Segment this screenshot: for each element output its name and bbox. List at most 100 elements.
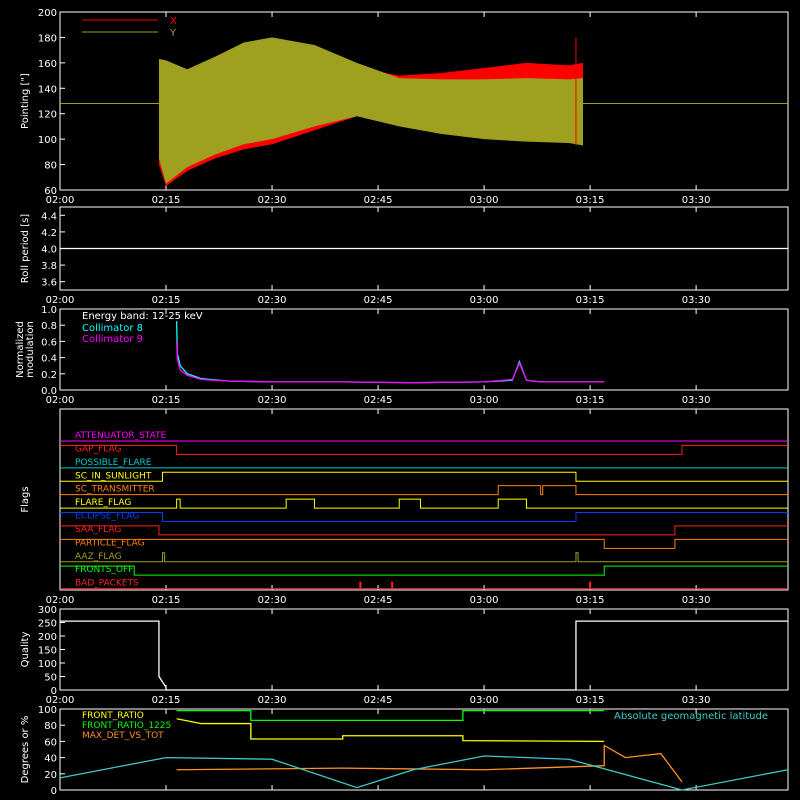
series-line (176, 709, 605, 721)
x-tick-label: 03:15 (576, 195, 605, 206)
x-tick-label: 02:15 (152, 695, 181, 706)
legend-label: Collimator 9 (82, 334, 143, 345)
x-tick-label: 02:15 (152, 295, 181, 306)
flag-line (60, 444, 788, 455)
flag-label: POSSIBLE_FLARE (75, 458, 152, 468)
legend-label: MAX_DET_VS_TOT (82, 731, 164, 741)
series-line (60, 620, 788, 691)
x-tick-label: 03:15 (576, 695, 605, 706)
x-tick-label: 03:30 (682, 295, 711, 306)
flag-line (60, 498, 788, 509)
x-tick-label: 02:15 (152, 195, 181, 206)
y-tick-label: 40 (44, 754, 57, 765)
y-axis-label: Quality (20, 632, 31, 668)
y-tick-label: 3.6 (41, 278, 57, 289)
x-tick-label: 03:30 (682, 695, 711, 706)
y-tick-label: 150 (38, 646, 57, 657)
y-tick-label: 180 (38, 33, 57, 44)
y-axis-label: modulation (25, 321, 36, 378)
y-tick-label: 100 (38, 659, 57, 670)
flag-line (60, 485, 788, 496)
x-tick-label: 03:30 (682, 395, 711, 406)
y-tick-label: 4.4 (41, 211, 57, 222)
flag-label: BAD_PACKETS (75, 579, 139, 589)
flag-line (60, 512, 788, 522)
multi-panel-chart: 02:00 02:15 02:30 02:45 03:00 03:15 03:30Point… (15, 8, 789, 797)
x-tick-label: 03:30 (682, 195, 711, 206)
x-tick-label: 03:15 (576, 295, 605, 306)
y-tick-label: 250 (38, 619, 57, 630)
panel-5: Degrees or % 0 20 40 60 80 100 FRONT_RATIOFRONT… (20, 705, 789, 797)
panel-0: 02:00 02:15 02:30 02:45 03:00 03:15 03:30Point… (20, 8, 789, 206)
y-tick-label: 80 (44, 161, 57, 172)
legend-label: X (170, 16, 177, 27)
series-line (176, 744, 683, 783)
flag-label: SC_IN_SUNLIGHT (75, 471, 152, 481)
x-tick-label: 02:15 (152, 595, 181, 606)
pointing-band-y (158, 37, 584, 184)
x-tick-label: 02:15 (152, 395, 181, 406)
x-tick-label: 03:00 (470, 695, 499, 706)
y-tick-label: 0 (51, 686, 57, 697)
y-tick-label: 1.0 (41, 305, 57, 316)
series-line (59, 755, 789, 791)
y-tick-label: 0.4 (41, 354, 57, 365)
flag-line (60, 525, 788, 536)
y-tick-label: 160 (38, 59, 57, 70)
y-axis-label: Roll period [s] (20, 214, 31, 283)
y-tick-label: 60 (44, 186, 57, 197)
x-tick-label: 03:00 (470, 295, 499, 306)
rhessi-quicklook-figure: 02:00 02:15 02:30 02:45 03:00 03:15 03:30 Point… (0, 0, 800, 800)
y-tick-label: 50 (44, 673, 57, 684)
y-tick-label: 0.2 (41, 370, 57, 381)
panel-4: 02:00 02:15 02:30 02:45 03:00 03:15 03:30Quali… (20, 605, 789, 706)
y-tick-label: 20 (44, 770, 57, 781)
y-tick-label: 80 (44, 721, 57, 732)
x-tick-label: 02:45 (364, 195, 393, 206)
y-tick-label: 0.0 (41, 386, 57, 397)
y-axis-label: Pointing ["] (20, 73, 31, 129)
x-tick-label: 02:30 (258, 195, 287, 206)
panel-1: 02:00 02:15 02:30 02:45 03:00 03:15 03:30Roll … (20, 206, 789, 306)
legend-label: FRONT_RATIO_1225 (82, 721, 171, 731)
y-tick-label: 0 (51, 786, 57, 797)
legend-label: Y (169, 28, 177, 39)
y-tick-label: 200 (38, 8, 57, 19)
flag-label: FLARE_FLAG (75, 498, 131, 508)
panel-3: 02:00 02:15 02:30 02:45 03:00 03:15 03:30Flags… (20, 408, 789, 606)
x-tick-label: 02:45 (364, 295, 393, 306)
y-tick-label: 4.0 (41, 245, 57, 256)
x-tick-label: 02:30 (258, 595, 287, 606)
y-tick-label: 100 (38, 705, 57, 716)
y-tick-label: 100 (38, 135, 57, 146)
x-tick-label: 03:15 (576, 395, 605, 406)
series-line (175, 321, 605, 384)
x-tick-label: 02:45 (364, 595, 393, 606)
x-tick-label: 02:30 (258, 395, 287, 406)
y-tick-label: 300 (38, 605, 57, 616)
x-tick-label: 03:30 (682, 595, 711, 606)
y-axis-label: Degrees or % (20, 716, 31, 784)
y-tick-label: 60 (44, 737, 57, 748)
flag-label: SC_TRANSMITTER (75, 485, 155, 495)
y-tick-label: 140 (38, 84, 57, 95)
x-tick-label: 03:00 (470, 195, 499, 206)
panel-frame (59, 408, 789, 591)
x-tick-label: 02:30 (258, 295, 287, 306)
flag-line (60, 471, 788, 482)
y-tick-label: 4.2 (41, 228, 57, 239)
x-tick-label: 03:15 (576, 595, 605, 606)
y-tick-label: 200 (38, 632, 57, 643)
x-tick-label: 02:45 (364, 395, 393, 406)
flag-line (60, 552, 788, 563)
x-tick-label: 03:00 (470, 595, 499, 606)
series-line (176, 718, 605, 743)
series-line (175, 341, 605, 384)
legend-title: Energy band: 12-25 keV (82, 311, 203, 322)
panel-2: 02:00 02:15 02:30 02:45 03:00 03:15 03:30Norma… (15, 305, 789, 406)
legend-label: Collimator 8 (82, 323, 143, 334)
legend-label: FRONT_RATIO (82, 711, 144, 721)
y-tick-label: 120 (38, 110, 57, 121)
flag-label: ATTENUATOR_STATE (75, 431, 167, 441)
flag-line (60, 538, 788, 549)
